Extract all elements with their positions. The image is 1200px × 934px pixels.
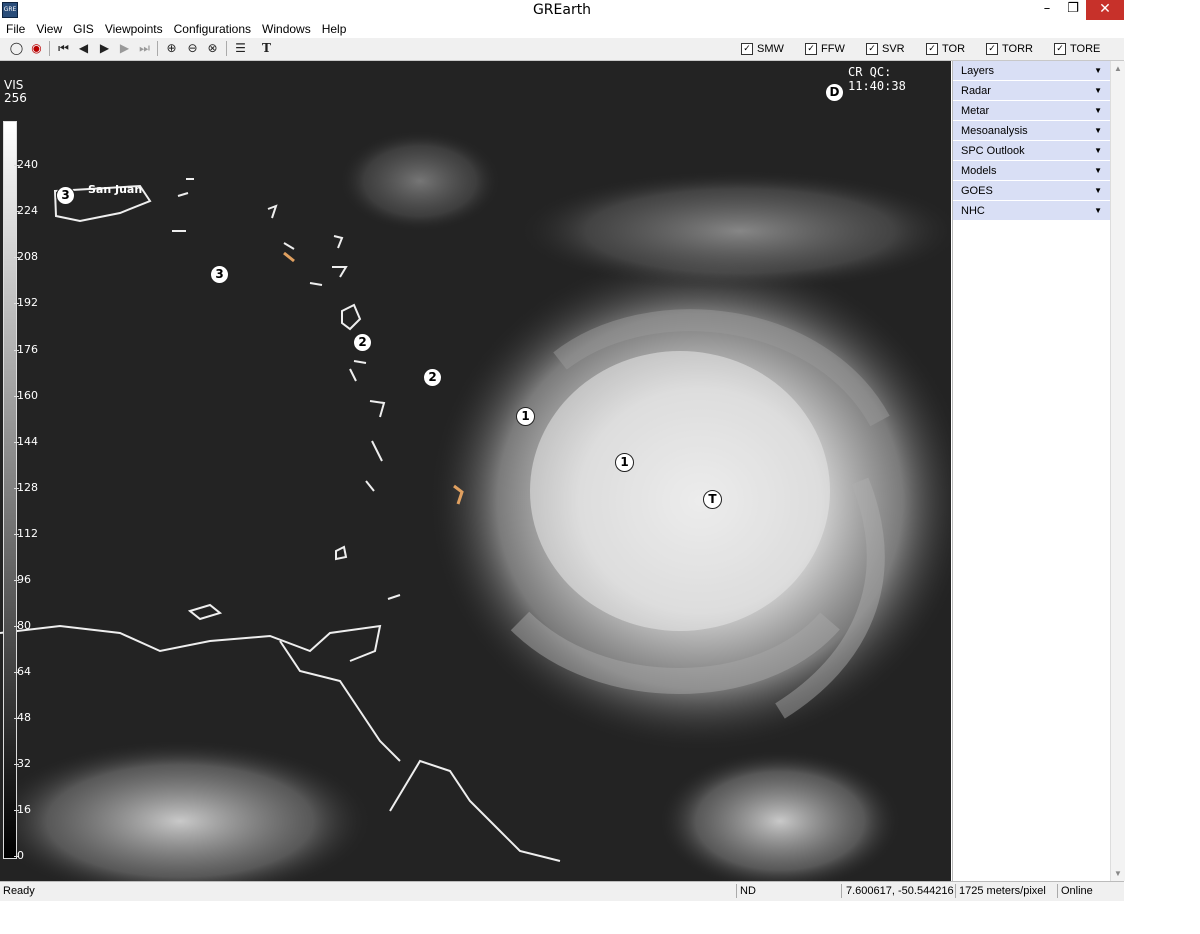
step-back-icon[interactable]: ◀ <box>75 40 92 57</box>
globe-icon[interactable]: ◯ <box>8 40 25 57</box>
window-title: GREarth <box>532 2 592 18</box>
dropdown-arrow-icon: ▼ <box>1094 146 1102 155</box>
panel-mesoanalysis[interactable]: Mesoanalysis ▼ <box>953 121 1111 140</box>
filter-svr[interactable]: ✓ SVR <box>866 41 905 57</box>
close-button[interactable]: ✕ <box>1086 0 1124 20</box>
dropdown-arrow-icon: ▼ <box>1094 86 1102 95</box>
menu-view[interactable]: View <box>30 20 67 38</box>
record-icon[interactable]: ◉ <box>28 40 45 57</box>
scale-tick-label: 16 <box>17 803 31 816</box>
layer-panel: Layers ▼ Radar ▼ Metar ▼ Mesoanalysis ▼ SPC … <box>952 61 1111 881</box>
filter-smw[interactable]: ✓ SMW <box>741 41 784 57</box>
zoom-in-icon[interactable]: ⊕ <box>163 40 180 57</box>
panel-models[interactable]: Models ▼ <box>953 161 1111 180</box>
restore-button[interactable]: ❐ <box>1060 0 1086 20</box>
menu-bar: File View GIS Viewpoints Configurations … <box>0 20 1124 38</box>
filter-tor[interactable]: ✓ TOR <box>926 41 965 57</box>
dropdown-arrow-icon: ▼ <box>1094 66 1102 75</box>
scale-tick-label: 112 <box>17 527 38 540</box>
dropdown-arrow-icon: ▼ <box>1094 186 1102 195</box>
scale-tick-label: 80 <box>17 619 31 632</box>
menu-gis[interactable]: GIS <box>67 20 99 38</box>
checkbox-icon[interactable]: ✓ <box>805 43 817 55</box>
checkbox-icon[interactable]: ✓ <box>986 43 998 55</box>
scale-tick-label: 32 <box>17 757 31 770</box>
minimize-button[interactable]: – <box>1034 0 1060 20</box>
forecast-marker[interactable]: 2 <box>353 333 372 352</box>
panel-nhc[interactable]: NHC ▼ <box>953 201 1111 220</box>
menu-help[interactable]: Help <box>316 20 352 38</box>
filter-torr[interactable]: ✓ TORR <box>986 41 1033 57</box>
status-coordinates: 7.600617, -50.544216 <box>841 884 954 898</box>
menu-file[interactable]: File <box>0 20 30 38</box>
last-frame-icon[interactable]: ⏭ <box>136 40 153 57</box>
forecast-marker[interactable]: 1 <box>516 407 535 426</box>
scale-tick-label: 192 <box>17 296 38 309</box>
panel-radar[interactable]: Radar ▼ <box>953 81 1111 100</box>
forecast-marker[interactable]: 1 <box>615 453 634 472</box>
city-label: San Juan <box>88 183 143 196</box>
scale-tick-label: 128 <box>17 481 38 494</box>
status-resolution: 1725 meters/pixel <box>955 884 1046 898</box>
forecast-marker[interactable]: D <box>825 83 844 102</box>
status-connection: Online <box>1057 884 1093 898</box>
scale-tick-label: 176 <box>17 343 38 356</box>
zoom-reset-icon[interactable]: ⊗ <box>204 40 221 57</box>
brightness-scale-bar <box>3 121 17 859</box>
panel-goes[interactable]: GOES ▼ <box>953 181 1111 200</box>
scale-tick-label: 160 <box>17 389 38 402</box>
text-tool-icon[interactable]: T <box>258 40 275 57</box>
status-ready: Ready <box>3 885 35 897</box>
title-bar: GRE GREarth – ❐ ✕ <box>0 0 1124 20</box>
satellite-imagery <box>0 131 951 881</box>
dropdown-arrow-icon: ▼ <box>1094 206 1102 215</box>
scale-tick-label: 208 <box>17 250 38 263</box>
scale-tick-label: 240 <box>17 158 38 171</box>
panel-spc-outlook[interactable]: SPC Outlook ▼ <box>953 141 1111 160</box>
checkbox-icon[interactable]: ✓ <box>926 43 938 55</box>
checkbox-icon[interactable]: ✓ <box>1054 43 1066 55</box>
menu-configurations[interactable]: Configurations <box>168 20 256 38</box>
status-bar: Ready ND 7.600617, -50.544216 1725 meter… <box>0 881 1124 901</box>
scale-tick-label: 96 <box>17 573 31 586</box>
scale-tick-label: 64 <box>17 665 31 678</box>
product-label: VIS 256 <box>4 78 27 105</box>
scroll-up-icon[interactable]: ▲ <box>1111 64 1125 73</box>
zoom-out-icon[interactable]: ⊖ <box>184 40 201 57</box>
filter-tore[interactable]: ✓ TORE <box>1054 41 1100 57</box>
dropdown-arrow-icon: ▼ <box>1094 166 1102 175</box>
toolbar: ◯ ◉ ⏮ ◀ ▶ ▶ ⏭ ⊕ ⊖ ⊗ ☰ T ✓ SMW ✓ FFW ✓ SVR ✓… <box>0 38 1124 61</box>
menu-viewpoints[interactable]: Viewpoints <box>99 20 168 38</box>
filter-ffw[interactable]: ✓ FFW <box>805 41 845 57</box>
forecast-marker[interactable]: 3 <box>210 265 229 284</box>
forecast-marker[interactable]: 3 <box>56 186 75 205</box>
forecast-marker[interactable]: 2 <box>423 368 442 387</box>
panel-metar[interactable]: Metar ▼ <box>953 101 1111 120</box>
scale-tick-label: 48 <box>17 711 31 724</box>
first-frame-icon[interactable]: ⏮ <box>55 40 72 57</box>
scroll-down-icon[interactable]: ▼ <box>1111 869 1125 878</box>
scale-tick-label: 144 <box>17 435 38 448</box>
satellite-map-view[interactable]: VIS 256 240 224 208 192 176 160 144 128 … <box>0 61 951 881</box>
list-icon[interactable]: ☰ <box>232 40 249 57</box>
checkbox-icon[interactable]: ✓ <box>866 43 878 55</box>
panel-layers[interactable]: Layers ▼ <box>953 61 1111 80</box>
forecast-marker[interactable]: T <box>703 490 722 509</box>
step-forward-icon[interactable]: ▶ <box>116 40 133 57</box>
data-time-readout: CR QC: 11:40:38 <box>848 65 906 93</box>
checkbox-icon[interactable]: ✓ <box>741 43 753 55</box>
play-icon[interactable]: ▶ <box>96 40 113 57</box>
menu-windows[interactable]: Windows <box>256 20 316 38</box>
scale-tick-label: 224 <box>17 204 38 217</box>
panel-scrollbar[interactable]: ▲ ▼ <box>1110 61 1125 881</box>
dropdown-arrow-icon: ▼ <box>1094 126 1102 135</box>
status-mode: ND <box>736 884 756 898</box>
dropdown-arrow-icon: ▼ <box>1094 106 1102 115</box>
scale-tick-label: 0 <box>17 849 24 862</box>
